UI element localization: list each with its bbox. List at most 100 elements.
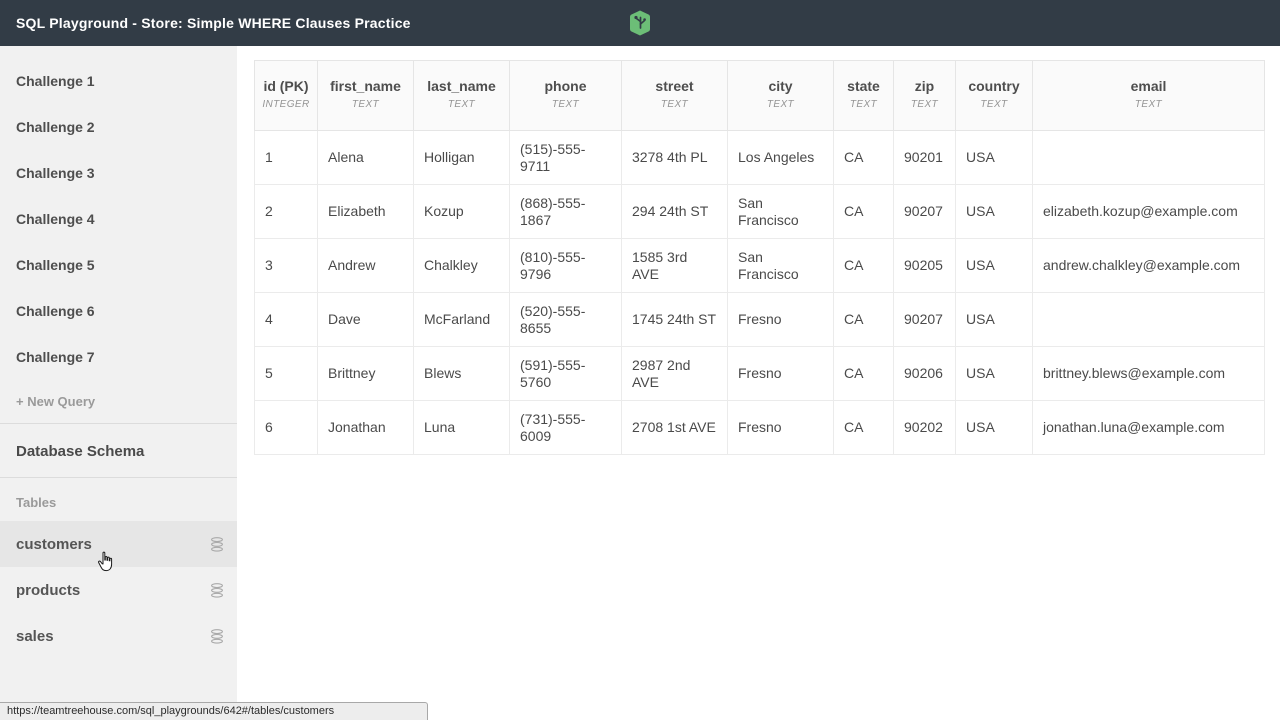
cell-country: USA: [956, 347, 1033, 401]
cell-first-name: Elizabeth: [318, 185, 414, 239]
column-header-country: country TEXT: [956, 61, 1033, 131]
column-header-phone: phone TEXT: [510, 61, 622, 131]
cell-state: CA: [834, 239, 894, 293]
cell-zip: 90206: [894, 347, 956, 401]
cell-phone: (731)-555-6009: [510, 401, 622, 455]
column-name: phone: [545, 78, 587, 94]
column-type: TEXT: [732, 96, 829, 114]
table-row: 1AlenaHolligan(515)-555-97113278 4th PLL…: [255, 131, 1265, 185]
cell-phone: (520)-555-8655: [510, 293, 622, 347]
column-header-id-pk: id (PK) INTEGER: [255, 61, 318, 131]
cell-street: 1745 24th ST: [622, 293, 728, 347]
cell-zip: 90201: [894, 131, 956, 185]
cell-last-name: Holligan: [414, 131, 510, 185]
cell-phone: (515)-555-9711: [510, 131, 622, 185]
column-type: INTEGER: [259, 96, 313, 114]
cell-city: San Francisco: [728, 239, 834, 293]
customers-data-table: id (PK)INTEGERfirst_nameTEXTlast_nameTEX…: [254, 60, 1265, 455]
treehouse-logo-icon[interactable]: [628, 9, 652, 37]
cell-email: andrew.chalkley@example.com: [1033, 239, 1265, 293]
cell-country: USA: [956, 185, 1033, 239]
cell-street: 1585 3rd AVE: [622, 239, 728, 293]
cell-street: 2708 1st AVE: [622, 401, 728, 455]
page-title: SQL Playground - Store: Simple WHERE Cla…: [16, 15, 411, 31]
titlebar: SQL Playground - Store: Simple WHERE Cla…: [0, 0, 1280, 46]
table-header-row: id (PK)INTEGERfirst_nameTEXTlast_nameTEX…: [255, 61, 1265, 131]
database-icon: [210, 537, 224, 552]
cell-email: [1033, 131, 1265, 185]
cell-state: CA: [834, 347, 894, 401]
column-name: country: [968, 78, 1019, 94]
sidebar-item-challenge-4[interactable]: Challenge 4: [0, 196, 237, 242]
cell-state: CA: [834, 293, 894, 347]
new-query-button[interactable]: + New Query: [0, 380, 237, 423]
cell-last-name: Chalkley: [414, 239, 510, 293]
table-row: 3AndrewChalkley(810)-555-97961585 3rd AV…: [255, 239, 1265, 293]
sidebar-item-challenge-2[interactable]: Challenge 2: [0, 104, 237, 150]
sidebar-item-challenge-5[interactable]: Challenge 5: [0, 242, 237, 288]
column-type: TEXT: [418, 96, 505, 114]
column-type: TEXT: [898, 96, 951, 114]
cell-city: Fresno: [728, 347, 834, 401]
table-name-label: customers: [16, 536, 92, 553]
cell-street: 294 24th ST: [622, 185, 728, 239]
sidebar-item-sales[interactable]: sales: [0, 613, 237, 659]
cell-street: 2987 2nd AVE: [622, 347, 728, 401]
cell-first-name: Brittney: [318, 347, 414, 401]
cell-street: 3278 4th PL: [622, 131, 728, 185]
cell-first-name: Alena: [318, 131, 414, 185]
status-url-tooltip: https://teamtreehouse.com/sql_playground…: [0, 702, 428, 720]
column-name: email: [1131, 78, 1167, 94]
column-type: TEXT: [514, 96, 617, 114]
sidebar-item-challenge-1[interactable]: Challenge 1: [0, 58, 237, 104]
cell-zip: 90207: [894, 293, 956, 347]
cell-last-name: Kozup: [414, 185, 510, 239]
column-header-zip: zipTEXT: [894, 61, 956, 131]
cell-email: jonathan.luna@example.com: [1033, 401, 1265, 455]
column-header-first-name: first_nameTEXT: [318, 61, 414, 131]
column-header-street: streetTEXT: [622, 61, 728, 131]
cell-email: [1033, 293, 1265, 347]
table-row: 4DaveMcFarland(520)-555-86551745 24th ST…: [255, 293, 1265, 347]
cell-city: Fresno: [728, 293, 834, 347]
cell-first-name: Andrew: [318, 239, 414, 293]
column-type: TEXT: [626, 96, 723, 114]
database-icon: [210, 583, 224, 598]
cell-country: USA: [956, 239, 1033, 293]
column-name: first_name: [330, 78, 401, 94]
table-row: 6JonathanLuna(731)-555-60092708 1st AVEF…: [255, 401, 1265, 455]
cell-state: CA: [834, 185, 894, 239]
table-name-label: products: [16, 582, 80, 599]
sidebar-item-challenge-7[interactable]: Challenge 7: [0, 334, 237, 380]
column-name: id (PK): [263, 78, 308, 94]
column-header-city: cityTEXT: [728, 61, 834, 131]
cell-last-name: McFarland: [414, 293, 510, 347]
cell-phone: (868)-555-1867: [510, 185, 622, 239]
table-row: 5BrittneyBlews(591)-555-57602987 2nd AVE…: [255, 347, 1265, 401]
challenge-list: Challenge 1Challenge 2Challenge 3Challen…: [0, 46, 237, 380]
column-header-last-name: last_nameTEXT: [414, 61, 510, 131]
cell-id-pk: 4: [255, 293, 318, 347]
cell-state: CA: [834, 131, 894, 185]
table-row: 2ElizabethKozup(868)-555-1867294 24th ST…: [255, 185, 1265, 239]
data-table-container: id (PK)INTEGERfirst_nameTEXTlast_nameTEX…: [254, 60, 1265, 455]
cell-last-name: Luna: [414, 401, 510, 455]
sidebar-item-challenge-3[interactable]: Challenge 3: [0, 150, 237, 196]
sidebar-item-customers[interactable]: customers: [0, 521, 237, 567]
column-type: TEXT: [838, 96, 889, 114]
database-schema-heading: Database Schema: [0, 424, 237, 477]
tables-list: customers products sales: [0, 521, 237, 659]
column-type: TEXT: [960, 96, 1028, 114]
database-icon: [210, 629, 224, 644]
column-header-state: state TEXT: [834, 61, 894, 131]
cell-zip: 90202: [894, 401, 956, 455]
column-type: TEXT: [1037, 96, 1260, 114]
sidebar-item-challenge-6[interactable]: Challenge 6: [0, 288, 237, 334]
sidebar-item-products[interactable]: products: [0, 567, 237, 613]
cell-country: USA: [956, 131, 1033, 185]
cell-phone: (591)-555-5760: [510, 347, 622, 401]
cell-city: San Francisco: [728, 185, 834, 239]
cell-city: Fresno: [728, 401, 834, 455]
column-header-email: email TEXT: [1033, 61, 1265, 131]
column-name: state: [847, 78, 880, 94]
